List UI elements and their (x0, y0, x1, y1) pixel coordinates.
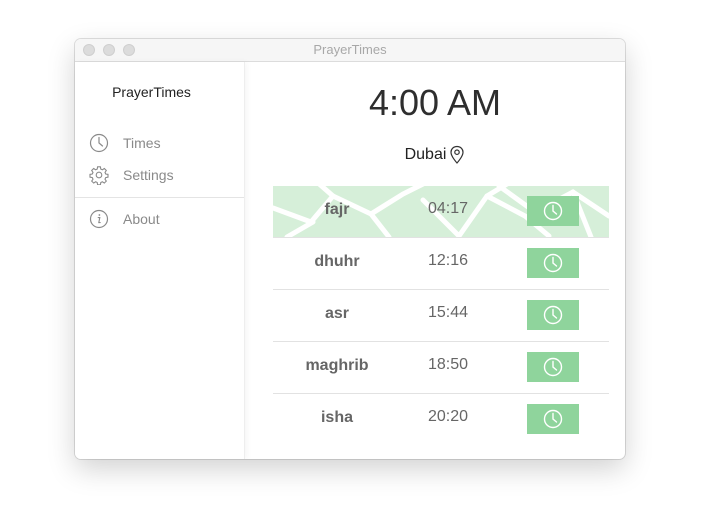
sidebar-item-label: Settings (123, 167, 174, 183)
info-icon (89, 209, 109, 229)
gear-icon (89, 165, 109, 185)
prayer-row-asr: asr 15:44 (273, 290, 609, 342)
sidebar-item-times[interactable]: Times (89, 132, 161, 154)
prayer-alarm-button[interactable] (527, 196, 579, 226)
prayer-time: 12:16 (427, 252, 469, 269)
prayer-name: isha (320, 409, 353, 426)
prayer-time: 04:17 (427, 200, 469, 217)
prayer-name: maghrib (305, 357, 369, 374)
prayer-row-dhuhr: dhuhr 12:16 (273, 238, 609, 290)
map-pin-icon (449, 145, 465, 165)
clock-icon (543, 409, 563, 429)
prayer-time: 18:50 (427, 356, 469, 373)
sidebar-item-settings[interactable]: Settings (89, 164, 174, 186)
prayer-time: 15:44 (427, 304, 469, 321)
sidebar-divider (75, 197, 244, 198)
location[interactable]: Dubai (245, 145, 625, 165)
clock-icon (543, 253, 563, 273)
sidebar: PrayerTimes Times Settings About (75, 62, 245, 459)
window-title: PrayerTimes (313, 42, 387, 57)
clock-icon (543, 305, 563, 325)
prayer-alarm-button[interactable] (527, 248, 579, 278)
prayer-times-table: fajr 04:17 dhuhr 12:16 asr 15:44 maghrib… (273, 186, 609, 445)
current-time: 4:00 AM (368, 82, 502, 123)
prayer-name: asr (324, 305, 350, 322)
prayer-row-fajr: fajr 04:17 (273, 186, 609, 238)
prayer-row-isha: isha 20:20 (273, 394, 609, 445)
sidebar-item-label: About (123, 211, 160, 227)
sidebar-item-about[interactable]: About (89, 208, 160, 230)
location-label: Dubai (404, 146, 447, 163)
sidebar-item-label: Times (123, 135, 161, 151)
clock-icon (543, 357, 563, 377)
title-bar[interactable]: PrayerTimes (75, 39, 625, 62)
prayer-alarm-button[interactable] (527, 404, 579, 434)
prayer-time: 20:20 (427, 408, 469, 425)
clock-icon (89, 133, 109, 153)
clock-icon (543, 201, 563, 221)
prayer-name: fajr (324, 201, 350, 218)
prayer-alarm-button[interactable] (527, 300, 579, 330)
main-panel: 4:00 AM Dubai fajr 04:17 dhuhr 12:16 asr… (245, 62, 625, 459)
prayer-row-maghrib: maghrib 18:50 (273, 342, 609, 394)
prayer-name: dhuhr (314, 253, 360, 270)
prayer-alarm-button[interactable] (527, 352, 579, 382)
sidebar-title: PrayerTimes (112, 84, 191, 100)
app-window: PrayerTimes PrayerTimes Times Settings A… (75, 39, 625, 459)
